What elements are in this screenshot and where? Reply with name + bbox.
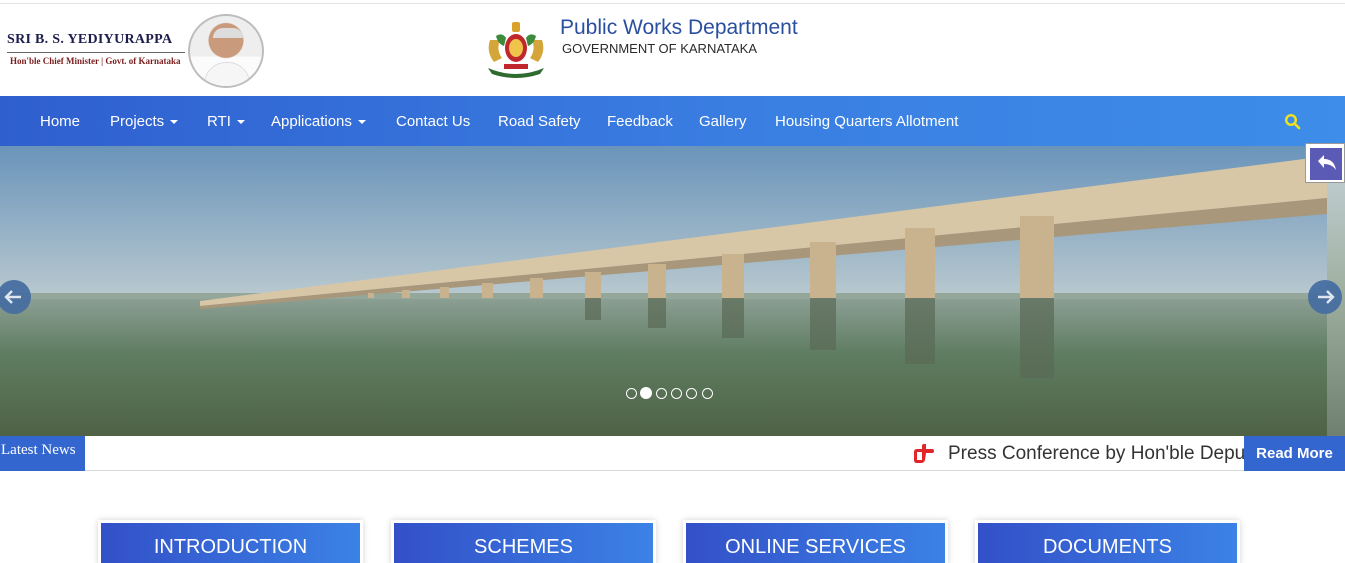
slide-dot-1[interactable]	[626, 388, 637, 399]
caret-down-icon	[236, 120, 245, 125]
slide-dot-3[interactable]	[656, 388, 667, 399]
latest-news-label: Latest News	[0, 436, 85, 471]
read-more-button[interactable]: Read More	[1244, 436, 1345, 471]
department-subtitle: GOVERNMENT OF KARNATAKA	[562, 41, 758, 56]
card-documents[interactable]: DOCUMENTS	[978, 523, 1237, 563]
card-introduction[interactable]: INTRODUCTION	[101, 523, 360, 563]
caret-down-icon	[170, 120, 179, 125]
back-button[interactable]	[1305, 143, 1345, 183]
card-online-services[interactable]: ONLINE SERVICES	[686, 523, 945, 563]
slide-dot-2[interactable]	[640, 387, 652, 399]
pointing-hand-icon	[914, 444, 934, 463]
cm-name: SRI B. S. YEDIYURAPPA	[7, 32, 173, 47]
nav-road-safety[interactable]: Road Safety	[498, 113, 581, 130]
nav-applications[interactable]: Applications	[271, 113, 366, 130]
chief-minister-block[interactable]: SRI B. S. YEDIYURAPPA Hon'ble Chief Mini…	[5, 14, 265, 92]
department-title: Public Works Department	[560, 16, 798, 39]
search-icon[interactable]	[1284, 113, 1301, 130]
nav-gallery[interactable]: Gallery	[699, 113, 747, 130]
caret-down-icon	[357, 120, 366, 125]
latest-news-bar: Latest News Press Conference by Hon'ble …	[0, 436, 1345, 471]
cm-photo	[188, 14, 264, 88]
site-header: SRI B. S. YEDIYURAPPA Hon'ble Chief Mini…	[0, 4, 1345, 96]
nav-rti[interactable]: RTI	[207, 113, 245, 130]
slide-dot-4[interactable]	[671, 388, 682, 399]
main-navbar: Home Projects RTI Applications Contact U…	[0, 96, 1345, 146]
cm-title: Hon'ble Chief Minister | Govt. of Karnat…	[10, 56, 181, 66]
news-headline[interactable]: Press Conference by Hon'ble Deputy Chief…	[948, 443, 1244, 465]
nav-feedback[interactable]: Feedback	[607, 113, 673, 130]
reply-arrow-icon	[1318, 155, 1336, 170]
karnataka-emblem-logo	[488, 22, 544, 78]
nav-housing-quarters[interactable]: Housing Quarters Allotment	[775, 113, 958, 130]
slide-dot-6[interactable]	[702, 388, 713, 399]
arrow-right-icon[interactable]	[1308, 280, 1342, 314]
nav-home[interactable]: Home	[40, 113, 80, 130]
nav-projects[interactable]: Projects	[110, 113, 179, 130]
news-ticker[interactable]: Press Conference by Hon'ble Deputy Chief…	[910, 440, 1244, 468]
slide-dot-5[interactable]	[686, 388, 697, 399]
card-schemes[interactable]: SCHEMES	[394, 523, 653, 563]
nav-contact-us[interactable]: Contact Us	[396, 113, 470, 130]
cm-divider	[7, 52, 185, 53]
